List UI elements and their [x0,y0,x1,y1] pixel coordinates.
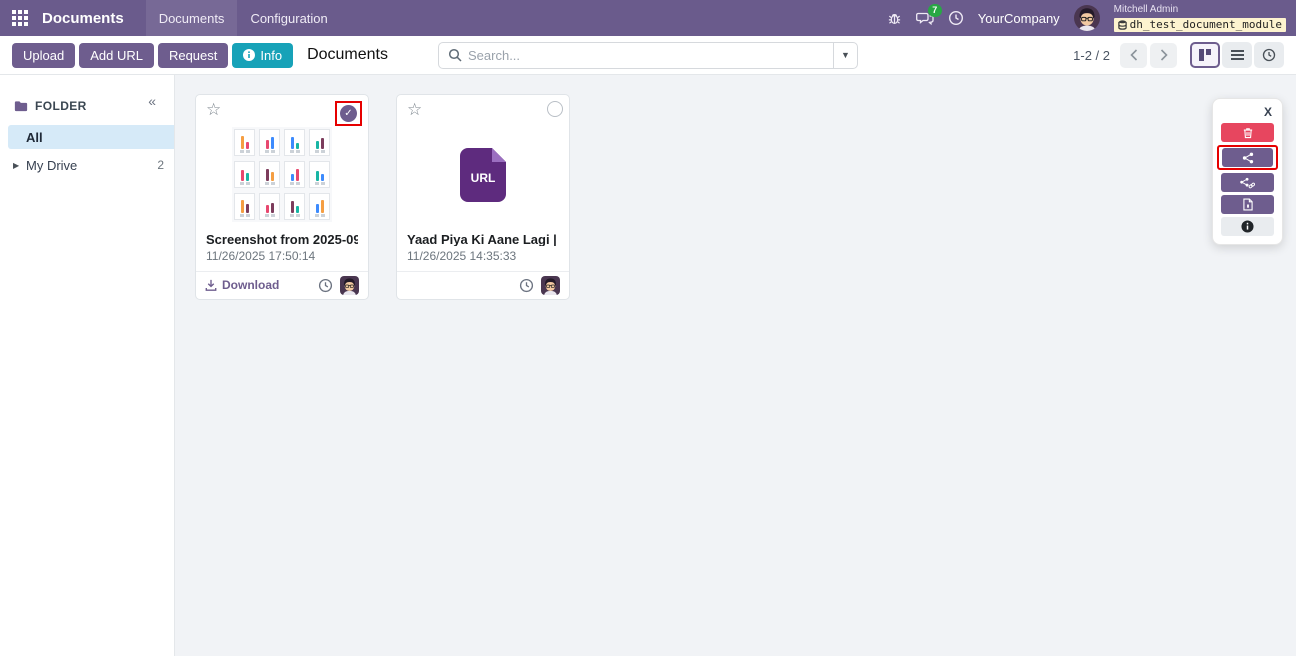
document-title: Yaad Piya Ki Aane Lagi | D... [407,232,559,245]
message-count-badge: 7 [928,4,942,17]
sidebar-item-all[interactable]: All [8,125,174,149]
list-icon [1231,48,1244,62]
user-menu[interactable]: Mitchell Admin dh_test_document_module [1114,4,1286,32]
sidebar-collapse-button[interactable]: « [148,93,156,109]
download-link[interactable]: Download [205,278,279,292]
share-icon [1242,152,1254,164]
list-view-button[interactable] [1222,42,1252,68]
share-link-icon [1240,177,1255,189]
control-panel: Upload Add URL Request Info Documents ▼ … [0,36,1296,75]
card-footer [397,271,569,299]
bug-icon[interactable] [887,11,902,26]
user-name: Mitchell Admin [1114,4,1286,16]
thumbnail-chart-tile [234,129,255,156]
share-button[interactable] [1222,148,1273,167]
search-bar[interactable]: ▼ [438,42,858,69]
sidebar-item-my-drive[interactable]: ▶ My Drive 2 [0,153,174,177]
pager-previous-button[interactable] [1120,43,1147,68]
document-datetime: 11/26/2025 14:35:33 [407,249,559,263]
star-icon[interactable]: ☆ [206,101,221,118]
thumbnail-chart-tile [259,129,280,156]
database-badge: dh_test_document_module [1114,18,1286,32]
expand-caret-icon[interactable]: ▶ [13,161,19,170]
folder-section-title: FOLDER [35,99,87,113]
panel-info-button[interactable] [1221,217,1274,236]
document-title: Screenshot from 2025-09-... [206,232,358,245]
search-icon [448,48,462,62]
select-circle-icon[interactable] [547,101,563,117]
thumbnail-chart-tile [309,193,330,220]
nav-menu-configuration[interactable]: Configuration [237,0,340,36]
activity-icon [1262,48,1276,62]
activity-clock-icon[interactable] [318,278,333,293]
chevron-right-icon [1160,49,1168,61]
document-card-screenshot[interactable]: ☆ ✓ Screenshot from 2025-09-... 11/26/20… [195,94,369,300]
view-switcher [1190,42,1284,68]
kanban-icon [1199,49,1212,61]
upload-button[interactable]: Upload [12,43,75,68]
thumbnail-chart-tile [234,193,255,220]
selected-check-icon[interactable]: ✓ [340,105,357,122]
database-icon [1118,20,1127,30]
activity-clock-icon[interactable] [948,10,964,26]
info-circle-icon [243,49,255,61]
chevron-left-icon [1130,49,1138,61]
download-icon [205,279,217,291]
add-url-button[interactable]: Add URL [79,43,154,68]
thumbnail-chart-tile [309,129,330,156]
document-thumbnail[interactable] [196,121,368,228]
info-circle-icon [1241,220,1254,233]
top-navbar: Documents Documents Configuration 7 Your… [0,0,1296,36]
card-footer: Download [196,271,368,299]
owner-avatar [541,276,560,295]
file-icon [1243,198,1253,211]
thumbnail-chart-tile [309,161,330,188]
trash-icon [1243,127,1253,139]
close-panel-button[interactable]: X [1213,103,1282,123]
folder-icon [14,100,28,112]
selection-action-panel: X [1212,98,1283,245]
star-icon[interactable]: ☆ [407,101,422,118]
company-switcher[interactable]: YourCompany [978,11,1060,26]
user-avatar[interactable] [1074,5,1100,31]
kanban-view-button[interactable] [1190,42,1220,68]
svg-text:URL: URL [471,171,496,185]
search-dropdown-toggle[interactable]: ▼ [833,43,857,68]
document-datetime: 11/26/2025 17:50:14 [206,249,358,263]
file-button[interactable] [1221,195,1274,214]
pager-next-button[interactable] [1150,43,1177,68]
messages-icon[interactable]: 7 [916,10,934,26]
document-thumbnail[interactable]: URL [397,121,569,228]
breadcrumb: Documents [307,46,388,64]
owner-avatar [340,276,359,295]
activity-clock-icon[interactable] [519,278,534,293]
thumbnail-chart-tile [284,161,305,188]
thumbnail-chart-tile [284,193,305,220]
search-input[interactable] [462,48,833,63]
annotation-highlight-box: ✓ [335,101,362,126]
activity-view-button[interactable] [1254,42,1284,68]
thumbnail-chart-tile [284,129,305,156]
app-title[interactable]: Documents [42,10,124,27]
share-link-button[interactable] [1221,173,1274,192]
folder-count: 2 [157,158,164,172]
pager-counter: 1-2 / 2 [1073,48,1110,63]
delete-button[interactable] [1221,123,1274,142]
document-card-url[interactable]: ☆ URL Yaad Piya Ki Aane Lagi | D... 11/2… [396,94,570,300]
nav-menu-documents[interactable]: Documents [146,0,238,36]
annotation-highlight-box [1217,145,1278,170]
screenshot-preview [232,127,332,222]
thumbnail-chart-tile [234,161,255,188]
documents-kanban-area: ☆ ✓ Screenshot from 2025-09-... 11/26/20… [175,75,1296,656]
request-button[interactable]: Request [158,43,228,68]
apps-grid-icon[interactable] [12,10,28,26]
url-file-icon: URL [460,148,506,202]
info-button[interactable]: Info [232,43,293,68]
thumbnail-chart-tile [259,193,280,220]
thumbnail-chart-tile [259,161,280,188]
folders-sidebar: « FOLDER All ▶ My Drive 2 [0,75,175,656]
